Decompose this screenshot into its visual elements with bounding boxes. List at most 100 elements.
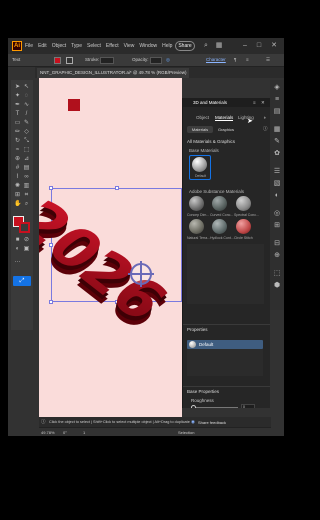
eraser-icon[interactable]: ◇ [23, 129, 30, 136]
hand-icon[interactable]: ✋ [14, 201, 21, 208]
color-mode-icon[interactable]: ■ [14, 237, 21, 244]
character-link[interactable]: Character [206, 57, 226, 62]
blend-icon[interactable]: ∞ [23, 174, 30, 181]
shape-builder-icon[interactable]: ⊕ [14, 156, 21, 163]
scale-icon[interactable]: ⤡ [23, 138, 30, 145]
roughness-input[interactable]: 0 [241, 404, 255, 408]
paragraph-icon[interactable]: ¶ [234, 57, 236, 62]
rotation-angle[interactable]: 0° [63, 430, 67, 435]
perspective-icon[interactable]: ⊿ [23, 156, 30, 163]
draw-mode-icon[interactable]: ◐ [14, 246, 21, 253]
symbol-sprayer-icon[interactable]: ✺ [14, 183, 21, 190]
render-icon[interactable]: ◑ [263, 115, 266, 120]
lasso-icon[interactable]: ◌ [23, 93, 30, 100]
material-sphere[interactable] [189, 196, 204, 211]
tab-materials[interactable]: Materials [215, 115, 234, 121]
menu-view[interactable]: View [124, 43, 135, 49]
properties-icon[interactable]: ◈ [273, 84, 281, 92]
curvature-icon[interactable]: ∿ [23, 102, 30, 109]
workspace-icon[interactable]: ▦ [214, 41, 224, 51]
document-tab[interactable]: NNT_GRAPHIC_DESIGN_ILLUSTRATOR.ai* @ 49.… [37, 68, 190, 78]
material-sphere[interactable] [212, 196, 227, 211]
fill-swatch[interactable] [54, 57, 61, 64]
minimize-icon[interactable]: – [240, 41, 250, 51]
menu-window[interactable]: Window [139, 43, 157, 49]
menu-edit[interactable]: Edit [38, 43, 47, 49]
align-icon[interactable]: ≡ [246, 57, 249, 62]
menu-type[interactable]: Type [71, 43, 82, 49]
3d-text-artwork[interactable]: 2026 2026 2026 [39, 168, 182, 338]
roughness-slider-track[interactable] [196, 407, 238, 408]
align-panel-icon[interactable]: ⊟ [273, 240, 281, 248]
search-icon[interactable]: ⌕ [201, 41, 211, 51]
rotate-icon[interactable]: ↻ [14, 138, 21, 145]
selection-tool-icon[interactable]: ➤ [14, 84, 21, 91]
panel-menu-icon[interactable]: ≡ [253, 100, 256, 105]
pen-tool-icon[interactable]: ✒ [14, 102, 21, 109]
material-sphere[interactable] [236, 219, 251, 234]
subtab-materials[interactable]: Materials [187, 126, 213, 133]
magic-wand-icon[interactable]: ✦ [14, 93, 21, 100]
gradient-panel-icon[interactable]: ▧ [273, 180, 281, 188]
none-color-icon[interactable]: ⊘ [23, 237, 30, 244]
paintbrush-icon[interactable]: ✎ [23, 120, 30, 127]
close-icon[interactable]: ✕ [269, 41, 279, 51]
feedback-icon[interactable]: ◉ [191, 419, 195, 425]
warp-icon[interactable]: ≈ [14, 147, 21, 154]
opacity-field[interactable] [150, 57, 162, 64]
material-sphere[interactable] [212, 219, 227, 234]
zoom-level[interactable]: 49.78% [41, 430, 55, 435]
screen-mode-icon[interactable]: ▣ [23, 246, 30, 253]
mesh-icon[interactable]: # [14, 165, 21, 172]
transparency-icon[interactable]: ◐ [273, 192, 281, 200]
artboard-canvas[interactable]: 2026 2026 2026 [39, 78, 182, 417]
share-feedback-link[interactable]: Share feedback [198, 420, 226, 425]
generative-tool-button[interactable]: ⤢ [13, 276, 31, 286]
appearance-icon[interactable]: ◎ [273, 210, 281, 218]
rectangle-tool-icon[interactable]: ▭ [14, 120, 21, 127]
base-materials-header[interactable]: Base Materials [189, 148, 219, 153]
slice-icon[interactable]: ⌗ [23, 192, 30, 199]
maximize-icon[interactable]: □ [254, 41, 264, 51]
stroke-icon[interactable]: ☰ [273, 168, 281, 176]
pencil-icon[interactable]: ✏ [14, 129, 21, 136]
graphic-styles-icon[interactable]: ⊞ [273, 222, 281, 230]
stroke-swatch[interactable] [66, 57, 73, 64]
graph-icon[interactable]: ▥ [23, 183, 30, 190]
3d-materials-icon[interactable]: ⬢ [273, 282, 281, 290]
menu-effect[interactable]: Effect [106, 43, 119, 49]
stroke-weight-field[interactable] [100, 57, 114, 64]
gradient-icon[interactable]: ▤ [23, 165, 30, 172]
menu-object[interactable]: Object [52, 43, 66, 49]
free-transform-icon[interactable]: ⬚ [23, 147, 30, 154]
artboard-number[interactable]: 1 [83, 430, 85, 435]
share-button[interactable]: Share [175, 41, 195, 51]
transform-icon[interactable]: ⬚ [273, 270, 281, 278]
tab-object[interactable]: Object [196, 115, 209, 120]
line-tool-icon[interactable]: / [23, 111, 30, 118]
menu-select[interactable]: Select [87, 43, 101, 49]
all-materials-header[interactable]: All Materials & Graphics [187, 139, 235, 144]
material-sphere[interactable] [236, 196, 251, 211]
info-icon[interactable]: ⓘ [263, 126, 268, 132]
zoom-icon[interactable]: ⌕ [23, 201, 30, 208]
pathfinder-icon[interactable]: ⊕ [273, 252, 281, 260]
properties-header[interactable]: Properties [187, 327, 208, 332]
menu-file[interactable]: File [25, 43, 33, 49]
artboard-icon[interactable]: ⊞ [14, 192, 21, 199]
type-tool-icon[interactable]: T [14, 111, 21, 118]
libraries-icon[interactable]: ▤ [273, 108, 281, 116]
substance-materials-header[interactable]: Adobe Substance Materials [189, 189, 244, 194]
direct-selection-tool-icon[interactable]: ↖ [23, 84, 30, 91]
eyedropper-icon[interactable]: ⌇ [14, 174, 21, 181]
panel-close-icon[interactable]: ✕ [261, 100, 265, 106]
symbols-icon[interactable]: ✿ [273, 150, 281, 158]
menu-help[interactable]: Help [162, 43, 172, 49]
layers-icon[interactable]: ≡ [273, 96, 281, 104]
more-options-icon[interactable]: ☰ [266, 57, 270, 63]
subtab-graphics[interactable]: Graphics [215, 126, 237, 133]
base-properties-header[interactable]: Base Properties [187, 389, 219, 394]
red-square-object[interactable] [68, 99, 80, 111]
stroke-color-swatch[interactable] [19, 222, 30, 233]
material-sphere[interactable] [189, 219, 204, 234]
